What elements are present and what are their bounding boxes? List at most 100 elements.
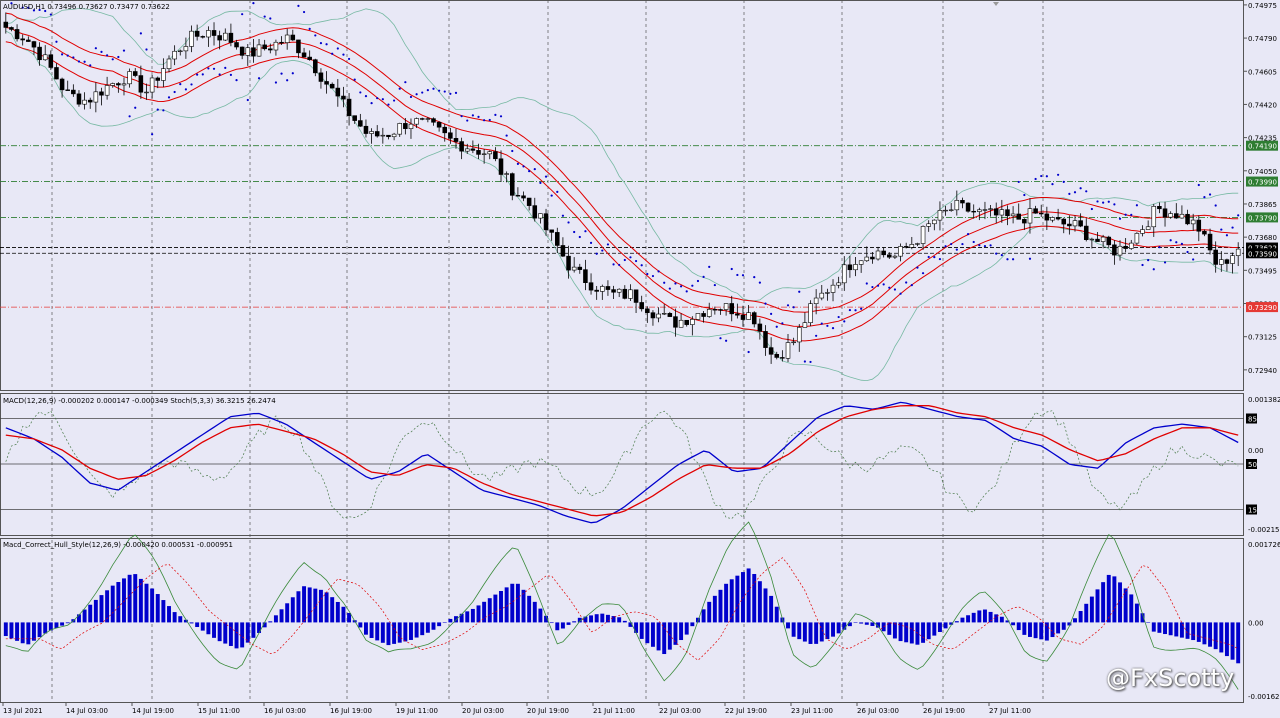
histogram-bar xyxy=(1095,589,1100,623)
histogram-bar xyxy=(1236,622,1241,664)
histogram-bar xyxy=(347,613,352,623)
histogram-bar xyxy=(82,609,87,623)
histogram-bar xyxy=(431,622,436,630)
histogram-bar xyxy=(420,622,425,636)
candle-body xyxy=(870,256,875,260)
candle-body xyxy=(431,118,436,123)
histogram-bar xyxy=(735,575,740,623)
candle-body xyxy=(59,78,65,91)
candle-body xyxy=(48,54,54,68)
sar-dot xyxy=(995,252,998,255)
histogram-bar xyxy=(527,595,532,623)
candle-body xyxy=(751,312,757,325)
candle-body xyxy=(284,34,290,43)
candle-body xyxy=(99,91,104,96)
hull-y-tick-label: -0.00162 xyxy=(1248,693,1279,701)
x-tick-label: 22 Jul 19:00 xyxy=(725,707,767,715)
candle-body xyxy=(971,210,976,213)
x-tick-label: 20 Jul 19:00 xyxy=(527,707,569,715)
histogram-bar xyxy=(774,606,779,623)
histogram-bar xyxy=(1044,622,1049,641)
candle-body xyxy=(223,32,228,41)
histogram-bar xyxy=(977,610,982,623)
sar-dot xyxy=(803,360,806,363)
sar-dot xyxy=(190,83,193,86)
candle-body xyxy=(296,39,301,54)
sar-dot xyxy=(421,91,424,94)
sar-dot xyxy=(196,73,199,76)
candle-body xyxy=(1100,236,1106,242)
sar-dot xyxy=(747,350,750,354)
candle-body xyxy=(172,50,177,60)
candle-body xyxy=(346,98,352,116)
candle-body xyxy=(161,68,166,81)
sar-dot xyxy=(770,312,773,315)
candle-body xyxy=(521,195,526,199)
histogram-bar xyxy=(189,622,194,624)
sar-dot xyxy=(1062,180,1065,184)
histogram-bar xyxy=(797,622,802,640)
sar-dot xyxy=(128,115,131,118)
sar-dot xyxy=(286,79,289,82)
sar-dot xyxy=(353,78,356,81)
envelope-lower xyxy=(5,41,1239,342)
x-tick-label: 19 Jul 11:00 xyxy=(396,707,438,715)
candle-body xyxy=(611,289,616,293)
histogram-bar xyxy=(240,622,245,648)
sar-dot xyxy=(685,290,688,293)
candle-body xyxy=(1112,244,1117,256)
sar-dot xyxy=(257,77,261,80)
candle-body xyxy=(1202,230,1207,235)
candle-body xyxy=(577,266,583,270)
sar-dot xyxy=(1158,246,1161,249)
sar-dot xyxy=(1124,213,1127,216)
histogram-bar xyxy=(476,605,481,623)
candle-body xyxy=(549,229,554,233)
histogram-bar xyxy=(921,622,926,643)
sar-dot xyxy=(876,284,880,287)
histogram-bar xyxy=(1129,594,1134,623)
candle-body xyxy=(65,89,70,91)
histogram-bar xyxy=(60,622,65,626)
candle-body xyxy=(560,245,566,257)
sar-dot xyxy=(691,284,694,287)
histogram-bar xyxy=(1022,622,1027,635)
trading-chart-window: 0.74975 0.74790 0.74605 0.74420 0.74235 0.740… xyxy=(0,0,1280,718)
candle-body xyxy=(780,357,785,359)
candle-body xyxy=(948,209,954,211)
sar-dot xyxy=(1135,204,1138,207)
histogram-bar xyxy=(1157,622,1162,633)
sar-dot xyxy=(646,272,649,276)
chart-canvas[interactable]: 0.749750.747900.746050.744200.742350.740… xyxy=(0,0,1280,718)
sar-dot xyxy=(966,233,970,236)
candle-body xyxy=(1044,213,1050,221)
sar-dot xyxy=(1006,258,1009,261)
candle-body xyxy=(1140,229,1145,234)
candle-body xyxy=(988,208,993,210)
y-tick-label: 0.73865 xyxy=(1248,201,1277,209)
sar-dot xyxy=(432,87,435,90)
histogram-bar xyxy=(1056,622,1061,634)
histogram-bar xyxy=(335,601,340,623)
histogram-bar xyxy=(966,615,971,623)
x-tick-label: 27 Jul 11:00 xyxy=(989,707,1031,715)
sar-dot xyxy=(972,240,975,244)
sar-dot xyxy=(235,79,238,82)
candle-body xyxy=(1123,245,1128,249)
candle-body xyxy=(605,286,611,290)
sar-dot xyxy=(145,48,148,51)
sar-dot xyxy=(398,87,401,90)
candle-body xyxy=(1078,220,1083,227)
histogram-bar xyxy=(99,595,104,623)
histogram-bar xyxy=(729,579,734,623)
histogram-bar xyxy=(769,595,774,623)
candle-body xyxy=(20,38,25,41)
histogram-bar xyxy=(1196,622,1201,642)
candle-body xyxy=(746,312,751,320)
histogram-bar xyxy=(1089,596,1094,623)
hull-y-tick-label: 0.00 xyxy=(1248,619,1264,627)
sar-dot xyxy=(854,309,857,312)
candle-body xyxy=(937,210,943,221)
candle-body xyxy=(543,213,549,231)
histogram-bar xyxy=(217,622,222,642)
